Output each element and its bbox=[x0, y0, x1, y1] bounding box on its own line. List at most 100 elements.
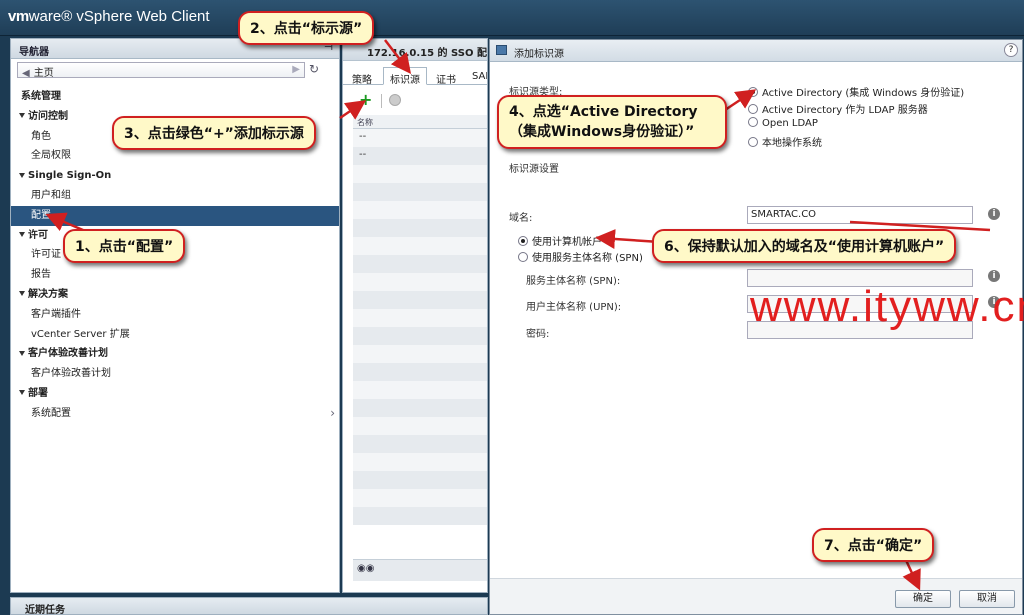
grid-footer: ◉◉ bbox=[353, 559, 487, 581]
table-row[interactable] bbox=[353, 489, 487, 507]
table-row[interactable] bbox=[353, 201, 487, 219]
nav-item-label: 访问控制 bbox=[28, 110, 68, 122]
set-default-icon[interactable] bbox=[389, 94, 401, 106]
table-row[interactable] bbox=[353, 183, 487, 201]
radio-option[interactable]: 使用服务主体名称 (SPN) bbox=[518, 249, 643, 264]
nav-item[interactable]: Single Sign-On bbox=[11, 166, 339, 186]
history-icon[interactable]: ↻ bbox=[309, 62, 319, 76]
radio-button[interactable] bbox=[748, 103, 758, 114]
app-logo: vmware® vSphere Web Client bbox=[8, 8, 210, 25]
recent-tasks-bar[interactable]: 近期任务 bbox=[10, 597, 488, 615]
callout-step-4: 4、点选“Active Directory（集成Windows身份验证）” bbox=[497, 95, 727, 149]
nav-item[interactable]: 报告 bbox=[11, 265, 339, 285]
column-header-name[interactable]: 名称 bbox=[353, 115, 487, 129]
radio-label: 本地操作系统 bbox=[762, 137, 822, 149]
radio-button[interactable] bbox=[748, 136, 758, 147]
nav-item-label: 许可证 bbox=[31, 249, 61, 261]
chevron-right-icon[interactable]: › bbox=[330, 404, 335, 424]
radio-button[interactable] bbox=[518, 252, 528, 262]
radio-button[interactable] bbox=[748, 87, 758, 97]
nav-item-label: 系统配置 bbox=[31, 407, 71, 419]
domain-input[interactable]: SMARTAC.CO bbox=[747, 206, 973, 224]
expand-triangle-icon[interactable] bbox=[19, 113, 25, 119]
radio-option[interactable]: Active Directory 作为 LDAP 服务器 bbox=[748, 101, 928, 116]
nav-item-label: 部署 bbox=[28, 387, 48, 399]
table-row[interactable] bbox=[353, 363, 487, 381]
table-row[interactable] bbox=[353, 345, 487, 363]
table-row[interactable] bbox=[353, 381, 487, 399]
dialog-icon bbox=[496, 45, 507, 55]
table-row[interactable] bbox=[353, 219, 487, 237]
table-row[interactable] bbox=[353, 327, 487, 345]
sso-config-panel: 172.16.0.15 的 SSO 配置 策略标识源证书SAM + 名称 ---… bbox=[342, 38, 488, 593]
add-identity-source-button[interactable]: + bbox=[359, 91, 372, 109]
table-row[interactable] bbox=[353, 255, 487, 273]
password-label: 密码: bbox=[526, 329, 550, 340]
expand-triangle-icon[interactable] bbox=[19, 291, 25, 297]
tab[interactable]: 策略 bbox=[345, 67, 379, 86]
watermark: www.ityww.cn bbox=[750, 282, 1024, 331]
tab-bar: 策略标识源证书SAM bbox=[343, 65, 487, 86]
cancel-button[interactable]: 取消 bbox=[959, 590, 1015, 608]
settings-label: 标识源设置 bbox=[509, 164, 559, 175]
help-icon[interactable]: ? bbox=[1004, 43, 1018, 57]
binoculars-icon[interactable]: ◉◉ bbox=[357, 563, 374, 574]
forward-arrow-icon[interactable]: ▶ bbox=[292, 64, 300, 75]
tab[interactable]: SAM bbox=[465, 67, 487, 85]
info-icon[interactable]: i bbox=[988, 208, 1000, 220]
table-row[interactable] bbox=[353, 435, 487, 453]
toolbar-divider bbox=[381, 94, 382, 108]
table-row[interactable] bbox=[353, 399, 487, 417]
table-row[interactable] bbox=[353, 507, 487, 525]
top-bar: vmware® vSphere Web Client bbox=[0, 0, 1024, 36]
nav-item[interactable]: 配置 bbox=[11, 205, 339, 226]
info-icon[interactable]: i bbox=[988, 270, 1000, 282]
radio-option[interactable]: 本地操作系统 bbox=[748, 134, 822, 149]
tab[interactable]: 标识源 bbox=[383, 67, 427, 86]
nav-item[interactable]: 用户和组 bbox=[11, 186, 339, 206]
upn-label: 用户主体名称 (UPN): bbox=[526, 302, 622, 313]
home-breadcrumb[interactable]: ◀ 主页 ▶ bbox=[17, 62, 305, 79]
table-row[interactable] bbox=[353, 165, 487, 183]
nav-item-label: 配置 bbox=[31, 209, 51, 221]
table-row[interactable]: -- bbox=[353, 129, 487, 147]
nav-item[interactable]: 解决方案 bbox=[11, 285, 339, 305]
radio-button[interactable] bbox=[518, 236, 528, 246]
expand-triangle-icon[interactable] bbox=[19, 172, 25, 178]
radio-option[interactable]: 使用计算机帐户 bbox=[518, 233, 602, 248]
radio-label: Active Directory (集成 Windows 身份验证) bbox=[762, 88, 965, 99]
expand-triangle-icon[interactable] bbox=[19, 232, 25, 238]
expand-triangle-icon[interactable] bbox=[19, 390, 25, 396]
nav-item-label: 角色 bbox=[31, 130, 51, 142]
table-row[interactable] bbox=[353, 273, 487, 291]
spn-label: 服务主体名称 (SPN): bbox=[526, 276, 621, 287]
nav-item[interactable]: vCenter Server 扩展 bbox=[11, 325, 339, 345]
table-row[interactable] bbox=[353, 417, 487, 435]
callout-step-1: 1、点击“配置” bbox=[63, 229, 186, 263]
radio-option[interactable]: Open LDAP bbox=[748, 117, 818, 129]
nav-item[interactable]: 客户体验改善计划 bbox=[11, 344, 339, 364]
home-label: 主页 bbox=[33, 68, 54, 79]
table-row[interactable]: -- bbox=[353, 147, 487, 165]
nav-item-label: 解决方案 bbox=[28, 288, 68, 300]
nav-item[interactable]: 客户端插件 bbox=[11, 305, 339, 325]
tab[interactable]: 证书 bbox=[429, 67, 463, 86]
nav-item-label: 客户体验改善计划 bbox=[28, 348, 108, 360]
table-row[interactable] bbox=[353, 291, 487, 309]
nav-item[interactable]: 部署 bbox=[11, 384, 339, 404]
nav-item[interactable]: 系统配置 › bbox=[11, 404, 339, 424]
table-row[interactable] bbox=[353, 471, 487, 489]
table-row[interactable] bbox=[353, 453, 487, 471]
back-arrow-icon[interactable]: ◀ bbox=[22, 68, 30, 79]
ok-button[interactable]: 确定 bbox=[895, 590, 951, 608]
table-row[interactable] bbox=[353, 237, 487, 255]
expand-triangle-icon[interactable] bbox=[19, 350, 25, 356]
nav-item[interactable]: 系统管理 bbox=[11, 87, 339, 107]
callout-step-6: 6、保持默认加入的域名及“使用计算机账户” bbox=[652, 229, 957, 263]
nav-item[interactable]: 客户体验改善计划 bbox=[11, 364, 339, 384]
radio-label: 使用计算机帐户 bbox=[532, 237, 602, 248]
radio-button[interactable] bbox=[748, 117, 758, 127]
radio-option[interactable]: Active Directory (集成 Windows 身份验证) bbox=[748, 84, 964, 99]
nav-item-label: Single Sign-On bbox=[28, 170, 112, 182]
table-row[interactable] bbox=[353, 309, 487, 327]
